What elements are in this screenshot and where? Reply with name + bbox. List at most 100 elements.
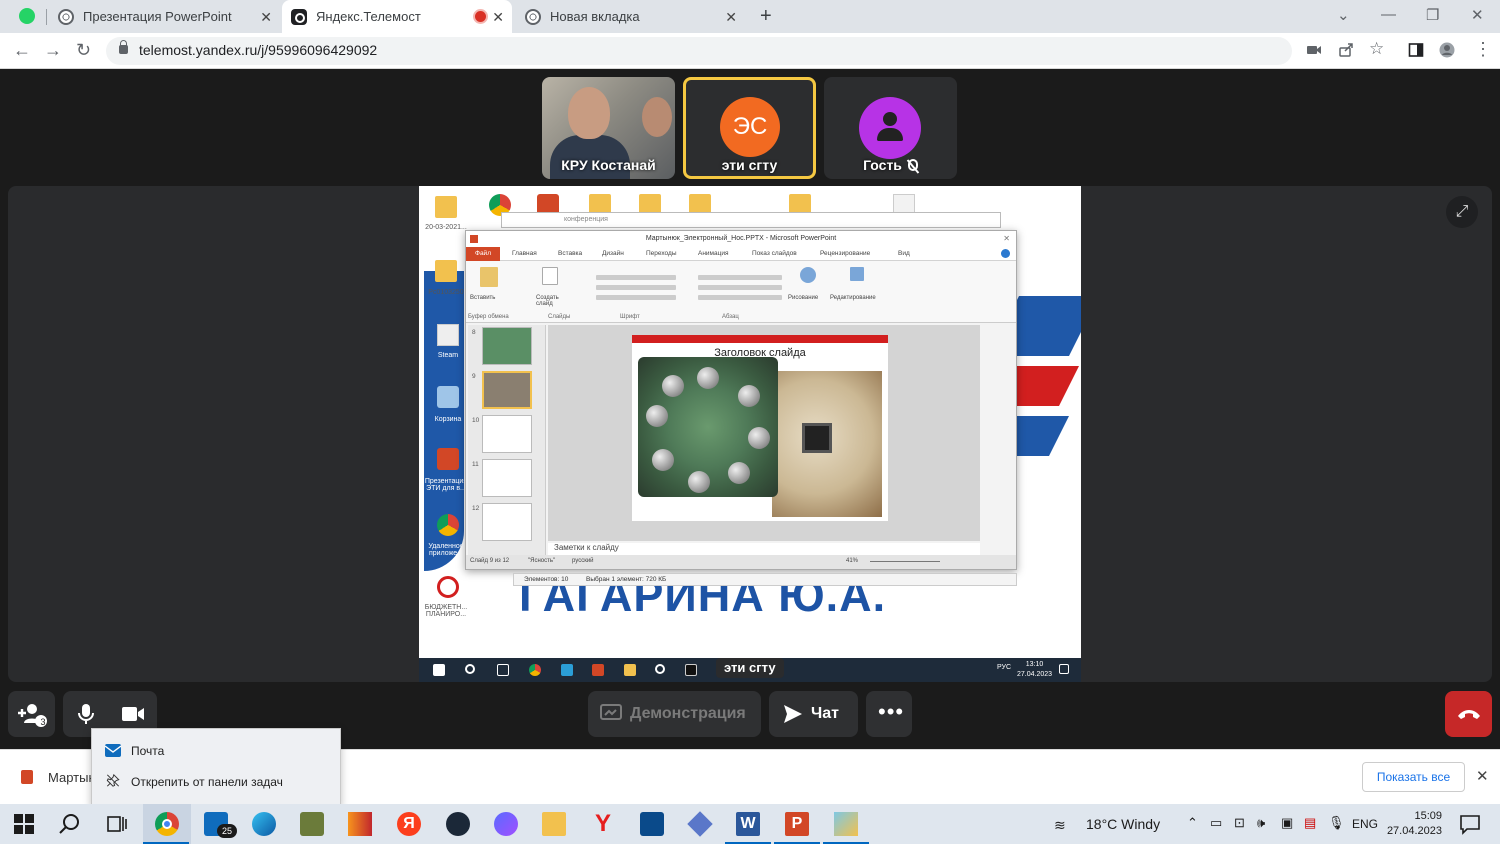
chat-button[interactable]: Чат [769,691,858,737]
tab-new[interactable]: Новая вкладка ✕ [525,0,737,33]
lock-icon[interactable] [119,40,128,54]
chrome-icon[interactable] [437,514,459,536]
ribbon-tab-design[interactable]: Дизайн [602,250,624,257]
ribbon-tab-review[interactable]: Рецензирование [820,250,870,257]
app-icon[interactable] [300,812,324,836]
close-tab-icon[interactable]: ✕ [260,9,272,26]
yandex-icon[interactable]: Y [591,812,615,836]
current-slide[interactable]: Заголовок слайда [632,335,888,521]
explorer-window-titlebar[interactable]: конференция [501,212,1001,228]
list-buttons[interactable] [698,275,782,280]
app-icon[interactable] [348,812,372,836]
folder-icon[interactable] [435,196,457,218]
task-view-icon[interactable] [497,664,509,676]
more-options-button[interactable]: ••• [866,691,912,737]
volume-icon[interactable]: 🕪 [1257,815,1265,831]
participant-tile-guest[interactable]: Гость [824,77,957,179]
participant-tile-video[interactable]: КРУ Костанай [542,77,675,179]
restore-icon[interactable]: ❐ [1426,6,1439,24]
profile-icon[interactable] [1439,42,1455,58]
app-icon[interactable] [561,664,573,676]
weather-icon[interactable]: ≋ [1054,817,1066,834]
app-icon[interactable] [834,812,858,836]
paste-button[interactable]: Вставить [470,295,495,301]
close-window-icon[interactable]: ✕ [1003,231,1010,247]
screen-share-button[interactable]: Демонстрация [588,691,761,737]
powerpoint-file-icon[interactable] [21,770,33,784]
windows-start-icon[interactable] [433,664,445,676]
slide-thumbnail[interactable] [482,503,532,541]
steam-icon[interactable] [446,812,470,836]
participant-tile-speaking[interactable]: ЭС эти сгту [683,77,816,179]
font-color-buttons[interactable] [596,295,676,300]
slide-thumbnail[interactable] [482,415,532,453]
font-style-buttons[interactable] [596,285,676,290]
share-icon[interactable] [1338,42,1354,58]
powerpoint-file-icon[interactable] [437,448,459,470]
file-explorer-icon[interactable] [542,812,566,836]
slide-thumbnail-selected[interactable] [482,371,532,409]
task-view-icon[interactable] [105,812,129,836]
search-icon[interactable] [58,812,82,836]
spacing-buttons[interactable] [698,295,782,300]
new-slide-icon[interactable] [542,267,558,285]
reload-icon[interactable]: ↻ [76,40,91,61]
windows-start-icon[interactable] [12,812,36,836]
drawing-icon[interactable] [800,267,816,283]
language-indicator[interactable]: РУС [997,664,1011,671]
security-icon[interactable]: ▤ [1304,815,1316,831]
ribbon-tab-slideshow[interactable]: Показ слайдов [752,250,797,257]
recycle-bin-icon[interactable] [437,386,459,408]
help-icon[interactable] [1001,249,1010,258]
paste-icon[interactable] [480,267,498,287]
omnibox[interactable]: telemost.yandex.ru/j/95996096429092 [106,37,1292,65]
tab-search-icon[interactable]: ⌄ [1337,6,1350,24]
close-tab-icon[interactable]: ✕ [492,9,504,26]
notifications-icon[interactable] [1458,812,1482,836]
network-icon[interactable]: ⊡ [1234,815,1245,831]
file-explorer-icon[interactable] [624,664,636,676]
ribbon-tab-file[interactable]: Файл [466,247,500,261]
font-name-box[interactable] [596,275,676,280]
close-window-icon[interactable]: ✕ [1471,6,1484,24]
show-hidden-icons-icon[interactable]: ⌃ [1187,815,1198,831]
telemost-icon[interactable] [685,664,697,676]
ribbon-tab-insert[interactable]: Вставка [558,250,582,257]
app-icon[interactable] [437,576,459,598]
powerpoint-icon[interactable]: P [785,812,809,836]
chrome-icon[interactable] [529,664,541,676]
search-icon[interactable] [465,664,475,674]
camera-icon[interactable] [1306,42,1322,58]
app-icon[interactable] [640,812,664,836]
weather-text[interactable]: 18°C Windy [1086,816,1160,832]
ribbon-tab-view[interactable]: Вид [898,250,910,257]
alignment-buttons[interactable] [698,285,782,290]
editing-button[interactable]: Редактирование [830,295,876,301]
slide-thumbnail[interactable] [482,327,532,365]
new-tab-icon[interactable]: + [760,5,772,28]
notes-pane[interactable]: Заметки к слайду [548,543,980,555]
close-download-bar-icon[interactable]: ✕ [1476,767,1489,785]
download-file-name[interactable]: Мартын [48,770,96,785]
folder-icon[interactable] [435,260,457,282]
new-slide-button[interactable]: Создать слайд [536,295,566,307]
ribbon-tab-transitions[interactable]: Переходы [646,250,677,257]
edge-icon[interactable] [252,812,276,836]
powerpoint-window[interactable]: Мартынюк_Электронный_Нос.PPTX - Microsof… [465,230,1017,570]
steam-icon[interactable] [437,324,459,346]
app-icon[interactable] [687,811,713,837]
powerpoint-titlebar[interactable]: Мартынюк_Электронный_Нос.PPTX - Microsof… [466,231,1016,247]
settings-icon[interactable] [655,664,665,674]
show-all-downloads-button[interactable]: Показать все [1362,762,1465,792]
back-icon[interactable]: ← [13,40,31,61]
clock[interactable]: 15:09 27.04.2023 [1384,809,1442,839]
battery-icon[interactable]: ▭ [1210,815,1222,831]
side-panel-icon[interactable] [1408,42,1424,58]
forward-icon[interactable]: → [44,40,62,61]
bookmark-star-icon[interactable]: ☆ [1369,39,1384,59]
language-indicator[interactable]: ENG [1352,817,1378,831]
ribbon-tab-animation[interactable]: Анимация [698,250,729,257]
zoom-slider[interactable] [870,561,940,562]
editing-icon[interactable] [850,267,864,281]
chrome-icon[interactable] [155,812,179,836]
